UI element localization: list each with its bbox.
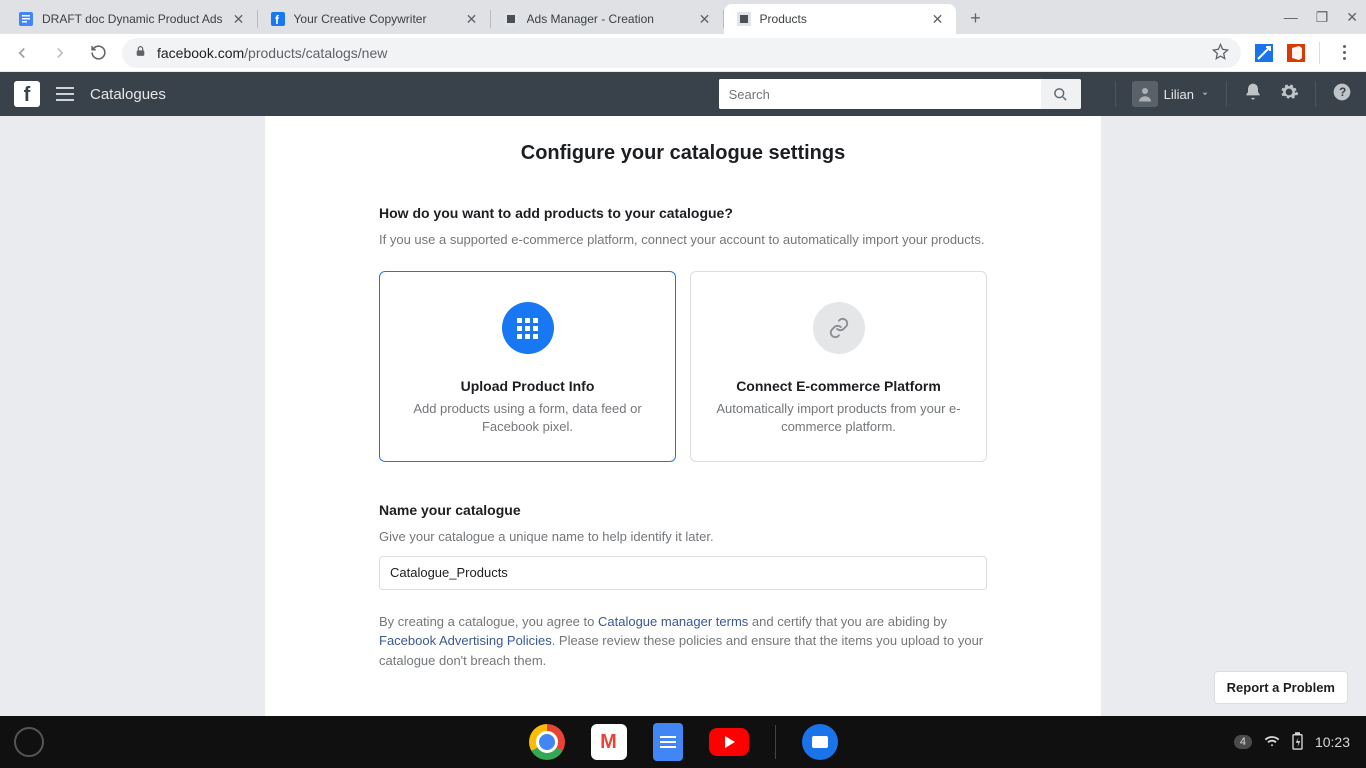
page-viewport: Configure your catalogue settings How do… xyxy=(0,116,1366,716)
address-bar[interactable]: facebook.com/products/catalogs/new xyxy=(122,38,1241,68)
report-problem-button[interactable]: Report a Problem xyxy=(1214,671,1348,704)
app-youtube-icon[interactable] xyxy=(709,728,749,756)
help-icon[interactable]: ? xyxy=(1332,82,1352,107)
reload-button[interactable] xyxy=(84,39,112,67)
facebook-icon: f xyxy=(270,11,286,27)
notification-badge: 4 xyxy=(1234,735,1252,749)
section-subtitle: Give your catalogue a unique name to hel… xyxy=(379,528,987,546)
notification-icon[interactable] xyxy=(1243,82,1263,107)
chrome-menu-icon[interactable] xyxy=(1334,45,1354,60)
url-text: facebook.com/products/catalogs/new xyxy=(157,45,1202,61)
bookmark-icon[interactable] xyxy=(1212,43,1229,63)
launcher-icon[interactable] xyxy=(14,727,44,757)
extensions xyxy=(1251,42,1358,64)
app-chrome-icon[interactable] xyxy=(529,724,565,760)
minimize-icon[interactable]: — xyxy=(1284,9,1298,25)
tab-title: Ads Manager - Creation xyxy=(527,12,689,26)
grid-icon xyxy=(502,302,554,354)
search-input[interactable] xyxy=(719,79,1041,109)
legal-text: By creating a catalogue, you agree to Ca… xyxy=(379,612,987,671)
policies-link[interactable]: Facebook Advertising Policies xyxy=(379,633,552,648)
card-title: Upload Product Info xyxy=(402,378,653,394)
app-docs-icon[interactable] xyxy=(653,723,683,761)
back-button[interactable] xyxy=(8,39,36,67)
window-controls: — ❐ ✕ xyxy=(1284,0,1358,34)
close-icon[interactable]: ✕ xyxy=(930,11,946,27)
search-button[interactable] xyxy=(1041,79,1081,109)
chevron-down-icon xyxy=(1200,89,1210,99)
close-icon[interactable]: ✕ xyxy=(231,11,247,27)
catalogue-name-field-wrap xyxy=(379,556,987,590)
close-icon[interactable]: ✕ xyxy=(464,11,480,27)
extension-office-icon[interactable] xyxy=(1287,44,1305,62)
extension-blue-icon[interactable] xyxy=(1255,44,1273,62)
browser-toolbar: facebook.com/products/catalogs/new xyxy=(0,34,1366,72)
section-subtitle: If you use a supported e-commerce platfo… xyxy=(379,231,987,249)
forward-button[interactable] xyxy=(46,39,74,67)
tab-adsmanager[interactable]: Ads Manager - Creation ✕ xyxy=(491,4,723,34)
close-icon[interactable]: ✕ xyxy=(697,11,713,27)
tab-title: Products xyxy=(760,12,922,26)
card-desc: Automatically import products from your … xyxy=(713,400,964,436)
tab-drafts[interactable]: DRAFT doc Dynamic Product Ads ✕ xyxy=(6,4,257,34)
card-title: Connect E-commerce Platform xyxy=(713,378,964,394)
fb-header: f Catalogues Lilian ? xyxy=(0,72,1366,116)
docs-icon xyxy=(18,11,34,27)
close-window-icon[interactable]: ✕ xyxy=(1346,9,1358,26)
tab-copywriter[interactable]: f Your Creative Copywriter ✕ xyxy=(258,4,490,34)
lock-icon xyxy=(134,45,147,61)
app-gmail-icon[interactable]: M xyxy=(591,724,627,760)
new-tab-button[interactable]: + xyxy=(962,4,990,32)
section-heading: How do you want to add products to your … xyxy=(379,205,987,221)
catalogue-name-input[interactable] xyxy=(390,565,976,580)
page-card: Configure your catalogue settings How do… xyxy=(265,116,1101,716)
browser-tabstrip: DRAFT doc Dynamic Product Ads ✕ f Your C… xyxy=(0,0,1366,34)
gear-icon[interactable] xyxy=(1279,82,1299,107)
facebook-logo[interactable]: f xyxy=(14,81,40,107)
terms-link[interactable]: Catalogue manager terms xyxy=(598,614,748,629)
avatar xyxy=(1132,81,1158,107)
fbads-icon xyxy=(503,11,519,27)
wifi-icon xyxy=(1264,733,1280,752)
tab-products[interactable]: Products ✕ xyxy=(724,4,956,34)
tab-title: Your Creative Copywriter xyxy=(294,12,456,26)
user-menu[interactable]: Lilian xyxy=(1132,81,1210,107)
link-icon xyxy=(813,302,865,354)
section-heading: Name your catalogue xyxy=(379,502,987,518)
page-title: Configure your catalogue settings xyxy=(379,142,987,165)
maximize-icon[interactable]: ❐ xyxy=(1316,9,1329,26)
app-files-icon[interactable] xyxy=(802,724,838,760)
search-box xyxy=(719,79,1081,109)
tab-title: DRAFT doc Dynamic Product Ads xyxy=(42,12,223,26)
system-tray[interactable]: 4 10:23 xyxy=(1234,732,1350,753)
fbads-icon xyxy=(736,11,752,27)
menu-icon[interactable] xyxy=(56,87,74,101)
user-name: Lilian xyxy=(1164,87,1194,102)
option-connect-ecommerce[interactable]: Connect E-commerce Platform Automaticall… xyxy=(690,271,987,461)
section-title: Catalogues xyxy=(90,86,166,103)
svg-text:?: ? xyxy=(1339,86,1346,99)
os-taskbar: M 4 10:23 xyxy=(0,716,1366,768)
battery-icon xyxy=(1292,732,1303,753)
clock: 10:23 xyxy=(1315,734,1350,750)
card-desc: Add products using a form, data feed or … xyxy=(402,400,653,436)
option-upload-product-info[interactable]: Upload Product Info Add products using a… xyxy=(379,271,676,461)
